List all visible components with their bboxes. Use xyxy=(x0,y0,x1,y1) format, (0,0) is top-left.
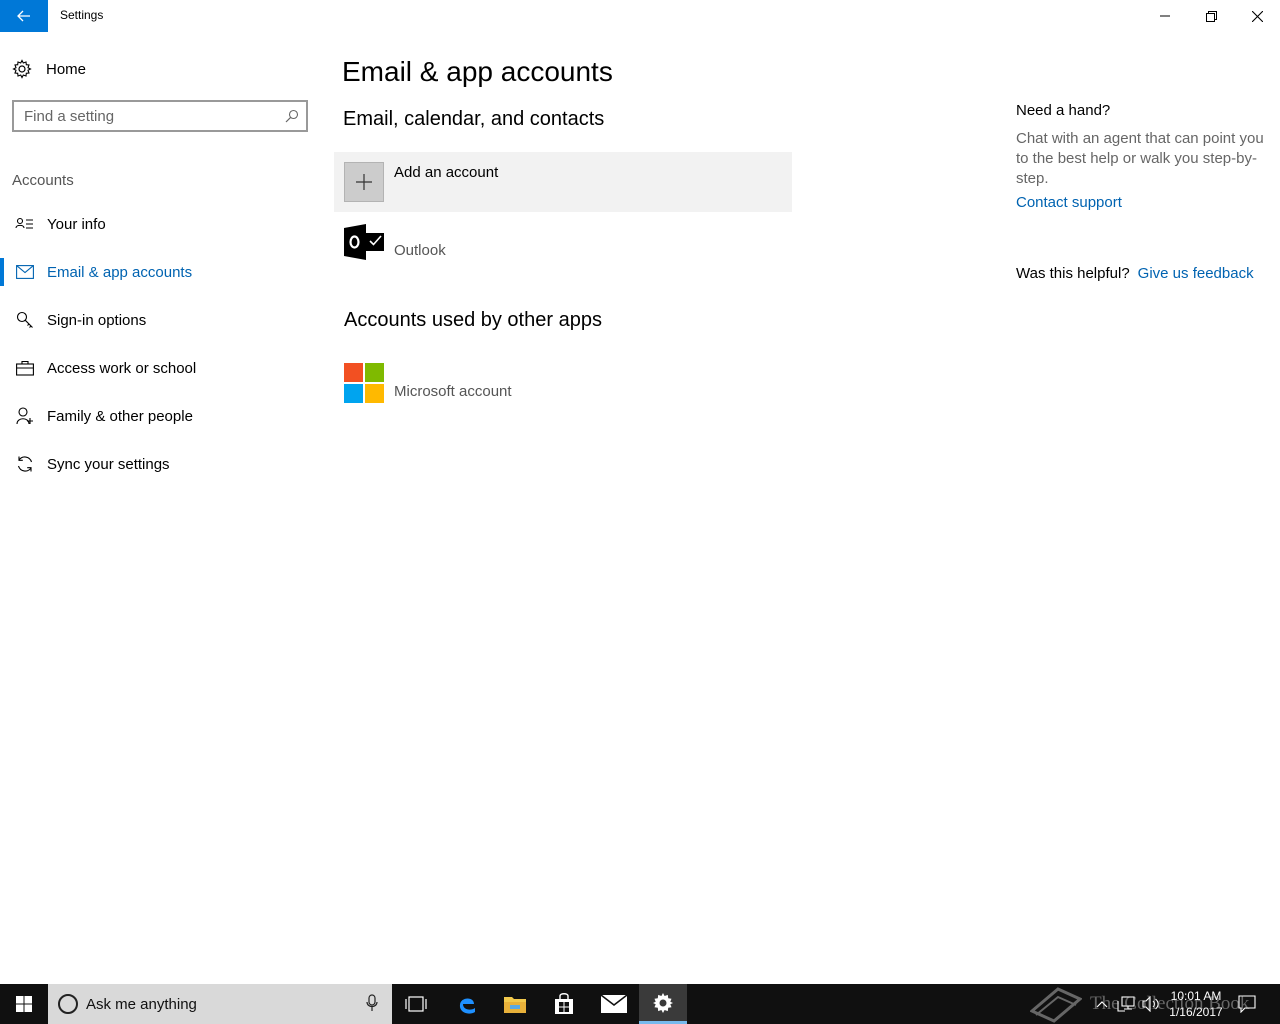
sidebar-item-sync-your-settings[interactable]: Sync your settings xyxy=(0,440,320,488)
cortana-search-text: Ask me anything xyxy=(86,995,197,1013)
microsoft-account[interactable]: Microsoft account xyxy=(344,363,512,403)
task-view-button[interactable] xyxy=(392,984,440,1024)
edge-taskbar-button[interactable] xyxy=(443,984,491,1024)
back-arrow-icon xyxy=(17,10,30,22)
helpful-question: Was this helpful? xyxy=(1016,265,1130,282)
key-icon xyxy=(14,310,36,330)
window-title: Settings xyxy=(60,8,104,22)
microsoft-logo-icon xyxy=(344,363,384,403)
back-button[interactable] xyxy=(0,0,48,32)
sidebar-item-label: Email & app accounts xyxy=(47,263,193,281)
minimize-button[interactable] xyxy=(1142,0,1188,32)
search-icon xyxy=(285,109,299,123)
accounts-section-label: Accounts xyxy=(12,172,74,189)
task-view-icon xyxy=(405,996,427,1012)
section-title-email-calendar: Email, calendar, and contacts xyxy=(343,108,605,130)
windows-logo-icon xyxy=(16,996,32,1012)
file-explorer-taskbar-button[interactable] xyxy=(491,984,539,1024)
settings-taskbar-button[interactable] xyxy=(639,984,687,1024)
watermark: The Collection Book xyxy=(1030,985,1249,1023)
search-button[interactable] xyxy=(278,109,306,123)
sidebar-item-sign-in-options[interactable]: Sign-in options xyxy=(0,296,320,344)
book-logo-icon xyxy=(1030,987,1082,1023)
close-icon xyxy=(1251,10,1263,22)
add-icon xyxy=(344,162,384,202)
store-bag-icon xyxy=(555,993,573,1014)
sidebar-item-label: Sign-in options xyxy=(47,311,147,329)
add-account-label: Add an account xyxy=(394,164,499,181)
sidebar-item-label: Family & other people xyxy=(47,407,193,425)
sidebar-item-label: Access work or school xyxy=(47,359,197,377)
sidebar-nav: Your info Email & app accounts Sign-in o… xyxy=(0,200,320,488)
minimize-icon xyxy=(1160,15,1170,17)
feedback-row: Was this helpful? Give us feedback xyxy=(1016,265,1254,282)
page-title: Email & app accounts xyxy=(342,56,613,87)
add-account-button[interactable]: Add an account xyxy=(334,152,792,212)
outlook-account[interactable]: Outlook xyxy=(344,222,446,262)
mail-taskbar-button[interactable] xyxy=(590,984,638,1024)
store-taskbar-button[interactable] xyxy=(540,984,588,1024)
close-button[interactable] xyxy=(1234,0,1280,32)
cortana-search-box[interactable]: Ask me anything xyxy=(48,984,392,1024)
section-title-other-apps: Accounts used by other apps xyxy=(344,309,602,331)
sidebar-item-email-app-accounts[interactable]: Email & app accounts xyxy=(0,248,320,296)
help-heading: Need a hand? xyxy=(1016,102,1111,119)
search-box xyxy=(12,100,308,132)
help-pane: Need a hand? Chat with an agent that can… xyxy=(1016,102,1266,212)
envelope-icon xyxy=(601,995,627,1013)
sidebar-item-access-work-or-school[interactable]: Access work or school xyxy=(0,344,320,392)
search-input[interactable] xyxy=(14,102,278,130)
outlook-label: Outlook xyxy=(394,242,446,259)
briefcase-icon xyxy=(14,358,36,378)
watermark-text: The Collection Book xyxy=(1090,993,1250,1014)
sync-icon xyxy=(14,454,36,474)
person-add-icon xyxy=(14,406,36,426)
sidebar-item-family-other-people[interactable]: Family & other people xyxy=(0,392,320,440)
home-label: Home xyxy=(46,60,87,78)
sidebar-item-label: Sync your settings xyxy=(47,455,170,473)
edge-icon xyxy=(459,998,475,1014)
cortana-icon xyxy=(58,994,78,1014)
outlook-icon xyxy=(344,224,384,260)
folder-icon xyxy=(504,997,526,1013)
gear-icon xyxy=(12,59,32,79)
start-button[interactable] xyxy=(0,984,48,1024)
microphone-icon[interactable] xyxy=(366,994,378,1012)
help-text: Chat with an agent that can point you to… xyxy=(1016,130,1264,187)
give-feedback-link[interactable]: Give us feedback xyxy=(1138,265,1254,282)
restore-button[interactable] xyxy=(1188,0,1234,32)
person-card-icon xyxy=(14,214,36,234)
sidebar-item-your-info[interactable]: Your info xyxy=(0,200,320,248)
sidebar-item-label: Your info xyxy=(47,215,106,233)
home-nav-item[interactable]: Home xyxy=(12,56,86,82)
contact-support-link[interactable]: Contact support xyxy=(1016,194,1122,211)
title-bar: Settings xyxy=(0,0,1280,32)
mail-icon xyxy=(14,262,36,282)
restore-icon xyxy=(1205,10,1217,22)
settings-gear-icon xyxy=(653,992,673,1013)
microsoft-account-label: Microsoft account xyxy=(394,383,512,400)
